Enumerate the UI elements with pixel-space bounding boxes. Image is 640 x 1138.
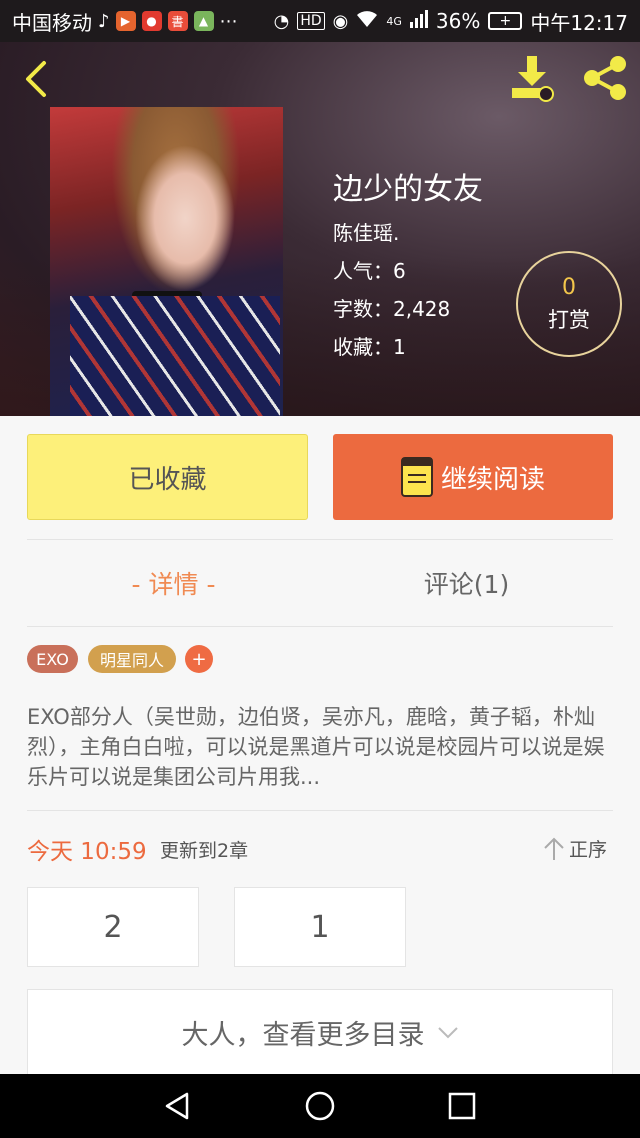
more-dots-icon: ⋯ <box>219 10 238 32</box>
divider <box>27 810 613 811</box>
more-contents-button[interactable]: 大人，查看更多目录 <box>27 989 613 1074</box>
cover-shirt <box>70 296 280 416</box>
chevron-down-icon <box>437 1027 458 1039</box>
share-icon <box>584 56 626 100</box>
chapter-item[interactable]: 2 <box>27 887 199 967</box>
eye-comfort-icon: ◉ <box>332 10 349 32</box>
collected-label: 已收藏 <box>128 464 207 495</box>
back-button[interactable] <box>18 56 54 102</box>
update-time: 今天 10:59 <box>27 839 147 865</box>
continue-reading-button[interactable]: 继续阅读 <box>333 434 613 520</box>
fire-app-icon: ● <box>141 11 162 31</box>
system-navigation-bar <box>0 1074 640 1138</box>
carrier-name: 中国移动 <box>12 10 92 35</box>
wifi-icon <box>356 10 378 33</box>
nav-home-button[interactable] <box>300 1086 340 1126</box>
book-cover-image[interactable] <box>50 107 283 416</box>
divider <box>27 626 613 627</box>
tag-star-fanfic[interactable]: 明星同人 <box>88 645 176 673</box>
square-recents-icon <box>448 1092 476 1120</box>
book-icon <box>400 457 433 497</box>
tiktok-icon: ♪ <box>98 10 110 32</box>
gallery-app-icon: ▲ <box>193 11 214 31</box>
battery-charging-icon: + <box>488 12 523 30</box>
collected-button[interactable]: 已收藏 <box>27 434 308 520</box>
reward-button[interactable]: 0 打赏 <box>516 251 622 357</box>
status-bar: 中国移动 ♪ ▶ ● 書 ▲ ⋯ ◔ HD ◉ 4G 36% + 中午12:17 <box>0 0 640 42</box>
download-button[interactable] <box>508 54 560 102</box>
book-popularity: 人气：6 <box>333 259 406 283</box>
clock: 中午12:17 <box>530 10 628 35</box>
book-word-count: 字数：2,428 <box>333 297 451 321</box>
nav-back-button[interactable] <box>158 1086 198 1126</box>
triangle-back-icon <box>165 1092 189 1120</box>
book-favorites: 收藏：1 <box>333 335 406 359</box>
chapter-item[interactable]: 1 <box>234 887 406 967</box>
data-saver-icon: ◔ <box>273 10 290 32</box>
battery-percent: 36% <box>435 9 481 33</box>
update-status: 更新到2章 <box>160 840 249 862</box>
sort-order-button[interactable]: 正序 <box>543 835 607 862</box>
book-title: 边少的女友 <box>333 172 483 207</box>
download-icon <box>512 56 554 102</box>
tag-exo[interactable]: EXO <box>27 645 78 673</box>
book-header: 边少的女友 陈佳瑶. 人气：6 字数：2,428 收藏：1 0 打赏 <box>0 42 640 416</box>
book-description[interactable]: EXO部分人（吴世勋，边伯贤，吴亦凡，鹿晗，黄子韬，朴灿烈），主角白白啦，可以说… <box>27 702 613 792</box>
share-button[interactable] <box>580 54 630 102</box>
reward-label: 打赏 <box>548 307 590 332</box>
book-author[interactable]: 陈佳瑶. <box>333 217 399 246</box>
tab-comments[interactable]: 评论(1) <box>320 540 613 626</box>
signal-icon <box>409 9 428 33</box>
more-contents-label: 大人，查看更多目录 <box>181 1019 425 1051</box>
sort-order-label: 正序 <box>569 839 608 861</box>
add-tag-button[interactable]: + <box>185 645 213 673</box>
video-app-icon: ▶ <box>115 11 136 31</box>
book-detail-content: 已收藏 继续阅读 - 详情 - 评论(1) EXO 明星同人 + EXO部分人（… <box>0 416 640 1074</box>
hd-icon: HD <box>297 12 325 30</box>
reading-app-icon: 書 <box>167 11 188 31</box>
back-arrow-icon <box>26 61 46 97</box>
continue-reading-label: 继续阅读 <box>440 464 545 495</box>
nav-recents-button[interactable] <box>442 1086 482 1126</box>
tab-detail[interactable]: - 详情 - <box>27 540 320 626</box>
network-type: 4G <box>386 14 402 28</box>
circle-home-icon <box>305 1091 335 1121</box>
reward-count: 0 <box>562 274 576 300</box>
arrow-up-icon <box>544 837 564 860</box>
